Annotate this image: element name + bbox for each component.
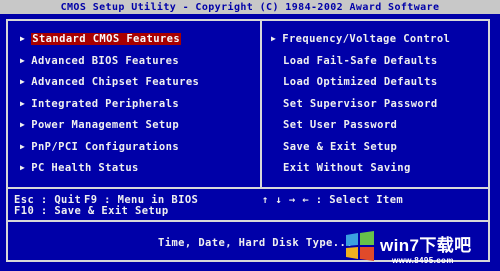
left-menu-item-label: Standard CMOS Features	[31, 33, 182, 45]
watermark-site-name: win7下载吧	[379, 235, 472, 255]
left-menu-item[interactable]: ▶ PC Health Status	[20, 161, 139, 175]
watermark-logo: win7下载吧 www.8495.com	[346, 231, 472, 265]
help-arrow-select: ↑ ↓ → ← : Select Item	[262, 194, 404, 206]
left-menu-item[interactable]: ▶ Advanced BIOS Features	[20, 54, 179, 68]
window-title: CMOS Setup Utility - Copyright (C) 1984-…	[0, 0, 500, 14]
right-menu-item[interactable]: Load Fail-Safe Defaults	[283, 54, 438, 68]
submenu-arrow-icon: ▶	[20, 34, 26, 43]
help-divider-bottom	[8, 220, 488, 222]
submenu-arrow-icon: ▶	[271, 34, 277, 43]
left-menu-item-label: Advanced BIOS Features	[31, 54, 180, 67]
right-menu-item[interactable]: Load Optimized Defaults	[283, 75, 438, 89]
status-description: Time, Date, Hard Disk Type...	[158, 237, 353, 249]
submenu-arrow-icon: ▶	[20, 141, 26, 151]
right-menu-item-label: Load Fail-Safe Defaults	[283, 54, 438, 67]
right-menu-item-label: Load Optimized Defaults	[283, 76, 438, 88]
right-menu-item-label: Set Supervisor Password	[283, 97, 438, 110]
right-menu-item[interactable]: Set User Password	[283, 118, 397, 132]
left-menu-item-label: PC Health Status	[31, 162, 139, 174]
right-menu-item-label: Frequency/Voltage Control	[282, 33, 451, 45]
right-menu-item[interactable]: Set Supervisor Password	[283, 97, 438, 111]
watermark-site-url: www.8495.com	[391, 256, 454, 265]
right-menu-item[interactable]: Exit Without Saving	[283, 161, 411, 175]
left-menu-item-label: Power Management Setup	[31, 119, 180, 131]
right-menu-item[interactable]: Save & Exit Setup	[283, 140, 397, 154]
submenu-arrow-icon: ▶	[20, 120, 26, 129]
submenu-arrow-icon: ▶	[20, 98, 26, 108]
left-menu-item[interactable]: ▶ Integrated Peripherals	[20, 97, 179, 111]
column-divider	[260, 21, 262, 188]
help-f10-save: F10 : Save & Exit Setup	[14, 205, 169, 217]
right-menu-item-label: Exit Without Saving	[283, 162, 411, 174]
left-menu-item-label: Advanced Chipset Features	[31, 76, 200, 88]
submenu-arrow-icon: ▶	[20, 163, 26, 172]
windows-flag-icon	[346, 231, 374, 261]
right-menu-item[interactable]: ▶ Frequency/Voltage Control	[271, 32, 450, 46]
left-menu-item[interactable]: ▶ Power Management Setup	[20, 118, 179, 132]
submenu-arrow-icon: ▶	[20, 55, 26, 65]
left-menu-item-label: Integrated Peripherals	[31, 97, 180, 110]
left-menu-item-label: PnP/PCI Configurations	[31, 140, 180, 153]
left-menu-item[interactable]: ▶ Advanced Chipset Features	[20, 75, 199, 89]
left-menu-item[interactable]: ▶ Standard CMOS Features	[20, 32, 182, 46]
submenu-arrow-icon: ▶	[20, 77, 26, 86]
help-divider-top	[8, 187, 488, 189]
left-menu-item[interactable]: ▶ PnP/PCI Configurations	[20, 140, 179, 154]
right-menu-item-label: Save & Exit Setup	[283, 140, 398, 153]
right-menu-item-label: Set User Password	[283, 119, 398, 131]
